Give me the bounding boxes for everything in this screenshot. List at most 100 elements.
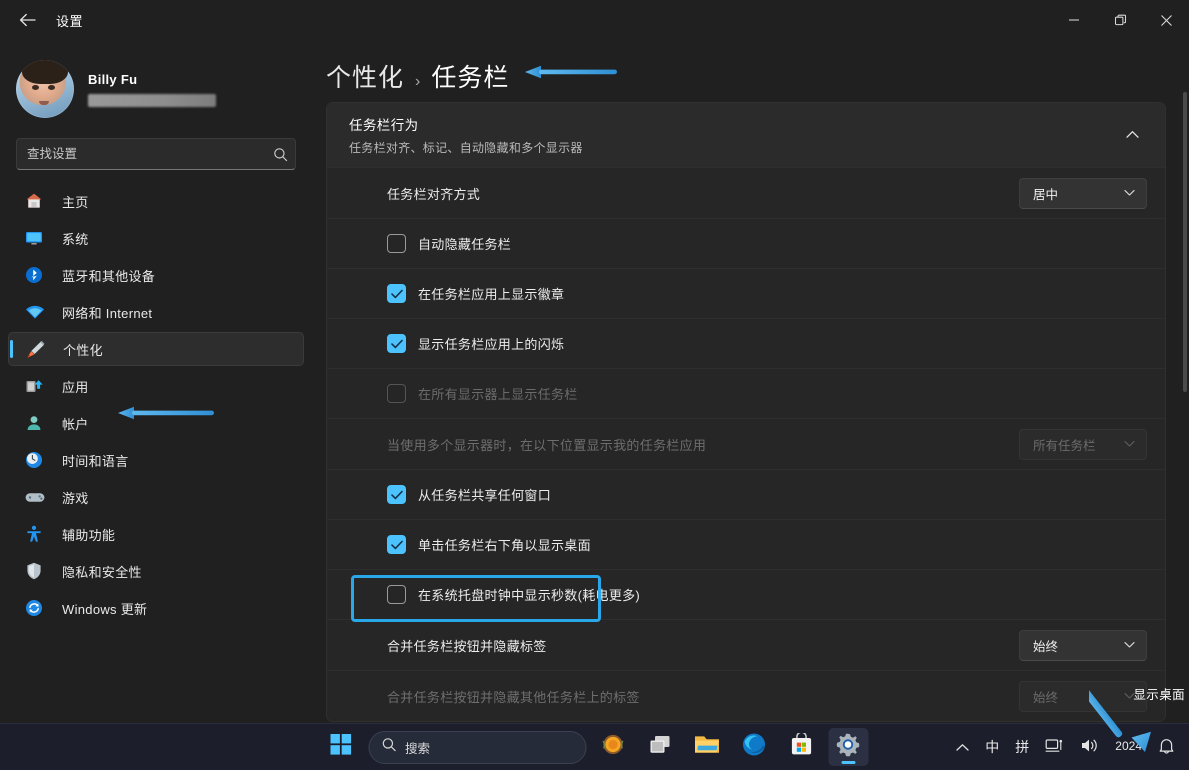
sidebar-item-label: Windows 更新 [62,601,148,617]
chevron-up-icon [1125,126,1139,144]
show-desktop-corner-checkbox[interactable] [387,535,406,554]
chevron-down-icon [1124,440,1135,448]
sidebar-item-label: 游戏 [62,490,89,506]
sidebar-item-label: 帐户 [62,416,89,432]
clock-icon [24,450,50,470]
avatar [16,60,74,118]
collapse-toggle-button[interactable] [1117,120,1147,150]
sidebar-item-time-language[interactable]: 时间和语言 [8,443,304,477]
microsoft-store-icon [789,731,813,762]
show-on-all-displays-checkbox [387,384,406,403]
taskbar-alignment-dropdown[interactable]: 居中 [1019,177,1147,209]
show-seconds-checkbox[interactable] [387,585,406,604]
search-icon [265,147,295,162]
taskbar-center-group: 搜索 [321,728,868,766]
dropdown-value: 所有任务栏 [1033,438,1096,453]
breadcrumb-parent[interactable]: 个性化 [326,58,404,94]
chevron-down-icon [1124,189,1135,197]
show-badges-checkbox[interactable] [387,284,406,303]
user-profile[interactable]: Billy Fu [0,50,312,120]
arrow-annotation-breadcrumb [525,65,618,84]
show-desktop-annotation-label: 显示桌面 [1133,688,1185,702]
search-input[interactable] [17,147,265,161]
combine-buttons-dropdown[interactable]: 始终 [1019,629,1147,661]
search-settings-box[interactable] [16,138,296,170]
minimize-button[interactable] [1051,0,1097,40]
sidebar-item-apps[interactable]: 应用 [8,369,304,403]
taskbar-search-label: 搜索 [405,741,431,756]
back-button[interactable] [10,5,44,35]
file-explorer-button[interactable] [687,728,727,766]
row-label: 合并任务栏按钮并隐藏其他任务栏上的标签 [387,689,640,705]
setting-row-show-on-all-displays: 在所有显示器上显示任务栏 [327,368,1165,418]
show-flashing-checkbox[interactable] [387,334,406,353]
row-label: 显示任务栏应用上的闪烁 [418,337,565,352]
edge-browser-button[interactable] [734,728,774,766]
breadcrumb-separator: › [415,73,421,90]
file-explorer-icon [694,733,721,761]
setting-row-multi-display-apps-location: 当使用多个显示器时，在以下位置显示我的任务栏应用 所有任务栏 [327,418,1165,469]
copilot-button[interactable] [593,728,633,766]
row-label: 在任务栏应用上显示徽章 [418,287,565,302]
dropdown-value: 始终 [1033,639,1059,654]
gamepad-icon [24,487,50,507]
settings-taskbar-button[interactable] [828,728,868,766]
ime-mode-indicator[interactable]: 中 [979,730,1005,764]
taskbar-search-box[interactable]: 搜索 [368,730,586,764]
sidebar-item-label: 个性化 [63,342,103,358]
network-button[interactable] [1039,730,1070,764]
chevron-down-icon [1124,641,1135,649]
scrollbar-thumb[interactable] [1183,92,1187,392]
sidebar-item-label: 系统 [62,231,89,247]
row-label: 单击任务栏右下角以显示桌面 [418,538,591,553]
row-label: 从任务栏共享任何窗口 [418,488,552,503]
row-label: 任务栏对齐方式 [387,186,481,202]
sidebar-item-home[interactable]: 主页 [8,184,304,218]
start-button[interactable] [321,728,361,766]
bluetooth-icon [24,265,50,285]
window-controls [1051,0,1189,40]
home-icon [24,191,50,211]
setting-row-show-flashing[interactable]: 显示任务栏应用上的闪烁 [327,318,1165,368]
setting-row-auto-hide-taskbar[interactable]: 自动隐藏任务栏 [327,218,1165,268]
sidebar-item-personalization[interactable]: 个性化 [8,332,304,366]
dropdown-value: 始终 [1033,690,1059,705]
sidebar-item-network[interactable]: 网络和 Internet [8,295,304,329]
tray-overflow-button[interactable] [949,730,975,764]
setting-row-show-seconds-in-clock[interactable]: 在系统托盘时钟中显示秒数(耗电更多) [327,569,1165,619]
row-label: 自动隐藏任务栏 [418,237,512,252]
content-scrollbar[interactable] [1183,92,1187,723]
auto-hide-taskbar-checkbox[interactable] [387,234,406,253]
card-title: 任务栏行为 [349,118,419,133]
settings-gear-icon [836,732,861,762]
sidebar-item-accessibility[interactable]: 辅助功能 [8,517,304,551]
sidebar-item-gaming[interactable]: 游戏 [8,480,304,514]
ime-pinyin-indicator[interactable]: 拼 [1009,730,1035,764]
sidebar-item-privacy-security[interactable]: 隐私和安全性 [8,554,304,588]
sidebar-item-label: 时间和语言 [62,453,129,469]
setting-row-show-desktop-corner[interactable]: 单击任务栏右下角以显示桌面 [327,519,1165,569]
taskbar: 搜索 中 拼 2024 [0,723,1189,770]
sidebar-item-system[interactable]: 系统 [8,221,304,255]
share-any-window-checkbox[interactable] [387,485,406,504]
sidebar-item-windows-update[interactable]: Windows 更新 [8,591,304,625]
maximize-button[interactable] [1097,0,1143,40]
title-bar: 设置 [0,0,1189,40]
copilot-icon [600,731,627,763]
page-title: 任务栏 [431,64,510,92]
sidebar-item-label: 主页 [62,194,89,210]
setting-row-combine-buttons[interactable]: 合并任务栏按钮并隐藏标签 始终 [327,619,1165,670]
sidebar-item-bluetooth[interactable]: 蓝牙和其他设备 [8,258,304,292]
update-refresh-icon [24,598,50,618]
close-icon [1160,14,1173,27]
setting-row-show-badges[interactable]: 在任务栏应用上显示徽章 [327,268,1165,318]
setting-row-taskbar-alignment[interactable]: 任务栏对齐方式 居中 [327,167,1165,218]
setting-row-share-any-window[interactable]: 从任务栏共享任何窗口 [327,469,1165,519]
microsoft-store-button[interactable] [781,728,821,766]
arrow-annotation-sidebar [118,406,214,420]
card-header[interactable]: 任务栏行为 任务栏对齐、标记、自动隐藏和多个显示器 [327,103,1165,167]
task-view-button[interactable] [640,728,680,766]
row-label: 在所有显示器上显示任务栏 [418,387,578,402]
wifi-icon [24,302,50,322]
close-button[interactable] [1143,0,1189,40]
